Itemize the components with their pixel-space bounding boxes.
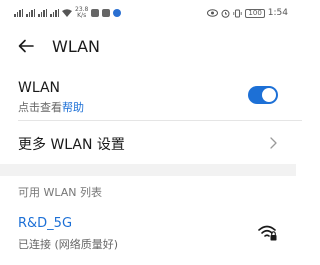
status-bar: 23.8 K/s 100 1:54 bbox=[0, 0, 296, 26]
available-networks-header: 可用 WLAN 列表 bbox=[18, 186, 103, 199]
alarm-icon bbox=[221, 9, 230, 18]
network-list-item[interactable]: R&D_5G 已连接 (网络质量好) bbox=[0, 210, 296, 260]
wlan-toggle-row[interactable]: WLAN 点击查看帮助 bbox=[0, 74, 296, 118]
network-speed: 23.8 K/s bbox=[75, 6, 89, 19]
wlan-label: WLAN bbox=[18, 80, 61, 96]
battery-icon: 100 bbox=[245, 8, 265, 18]
signal-icon bbox=[50, 9, 59, 17]
eye-icon bbox=[207, 9, 219, 17]
app-notification-icon bbox=[91, 9, 100, 17]
signal-icon bbox=[26, 9, 35, 17]
back-button[interactable] bbox=[18, 37, 36, 55]
app-notification-icon bbox=[113, 9, 122, 17]
signal-icon bbox=[38, 9, 47, 17]
app-bar: WLAN bbox=[0, 26, 296, 66]
toggle-knob bbox=[262, 88, 276, 102]
network-name: R&D_5G bbox=[18, 216, 73, 231]
status-bar-left: 23.8 K/s bbox=[14, 6, 122, 19]
battery-level: 100 bbox=[248, 9, 262, 17]
chevron-right-icon bbox=[270, 137, 277, 149]
signal-icon bbox=[14, 9, 23, 17]
wlan-subtitle-text: 点击查看 bbox=[18, 101, 62, 114]
wlan-toggle-switch[interactable] bbox=[248, 86, 278, 104]
divider bbox=[18, 120, 302, 121]
network-status: 已连接 (网络质量好) bbox=[18, 238, 119, 251]
help-link[interactable]: 帮助 bbox=[62, 101, 84, 114]
more-wlan-settings-row[interactable]: 更多 WLAN 设置 bbox=[0, 124, 296, 162]
status-bar-right: 100 1:54 bbox=[207, 8, 288, 18]
wlan-subtitle: 点击查看帮助 bbox=[18, 99, 84, 115]
vibrate-icon bbox=[233, 9, 243, 17]
clock: 1:54 bbox=[267, 8, 288, 18]
back-arrow-icon bbox=[18, 39, 34, 53]
wifi-locked-icon bbox=[258, 225, 277, 241]
section-separator bbox=[0, 164, 296, 176]
app-notification-icon bbox=[102, 9, 111, 17]
wifi-status-icon bbox=[62, 9, 72, 17]
more-wlan-settings-label: 更多 WLAN 设置 bbox=[18, 137, 125, 153]
page-title: WLAN bbox=[52, 36, 101, 56]
